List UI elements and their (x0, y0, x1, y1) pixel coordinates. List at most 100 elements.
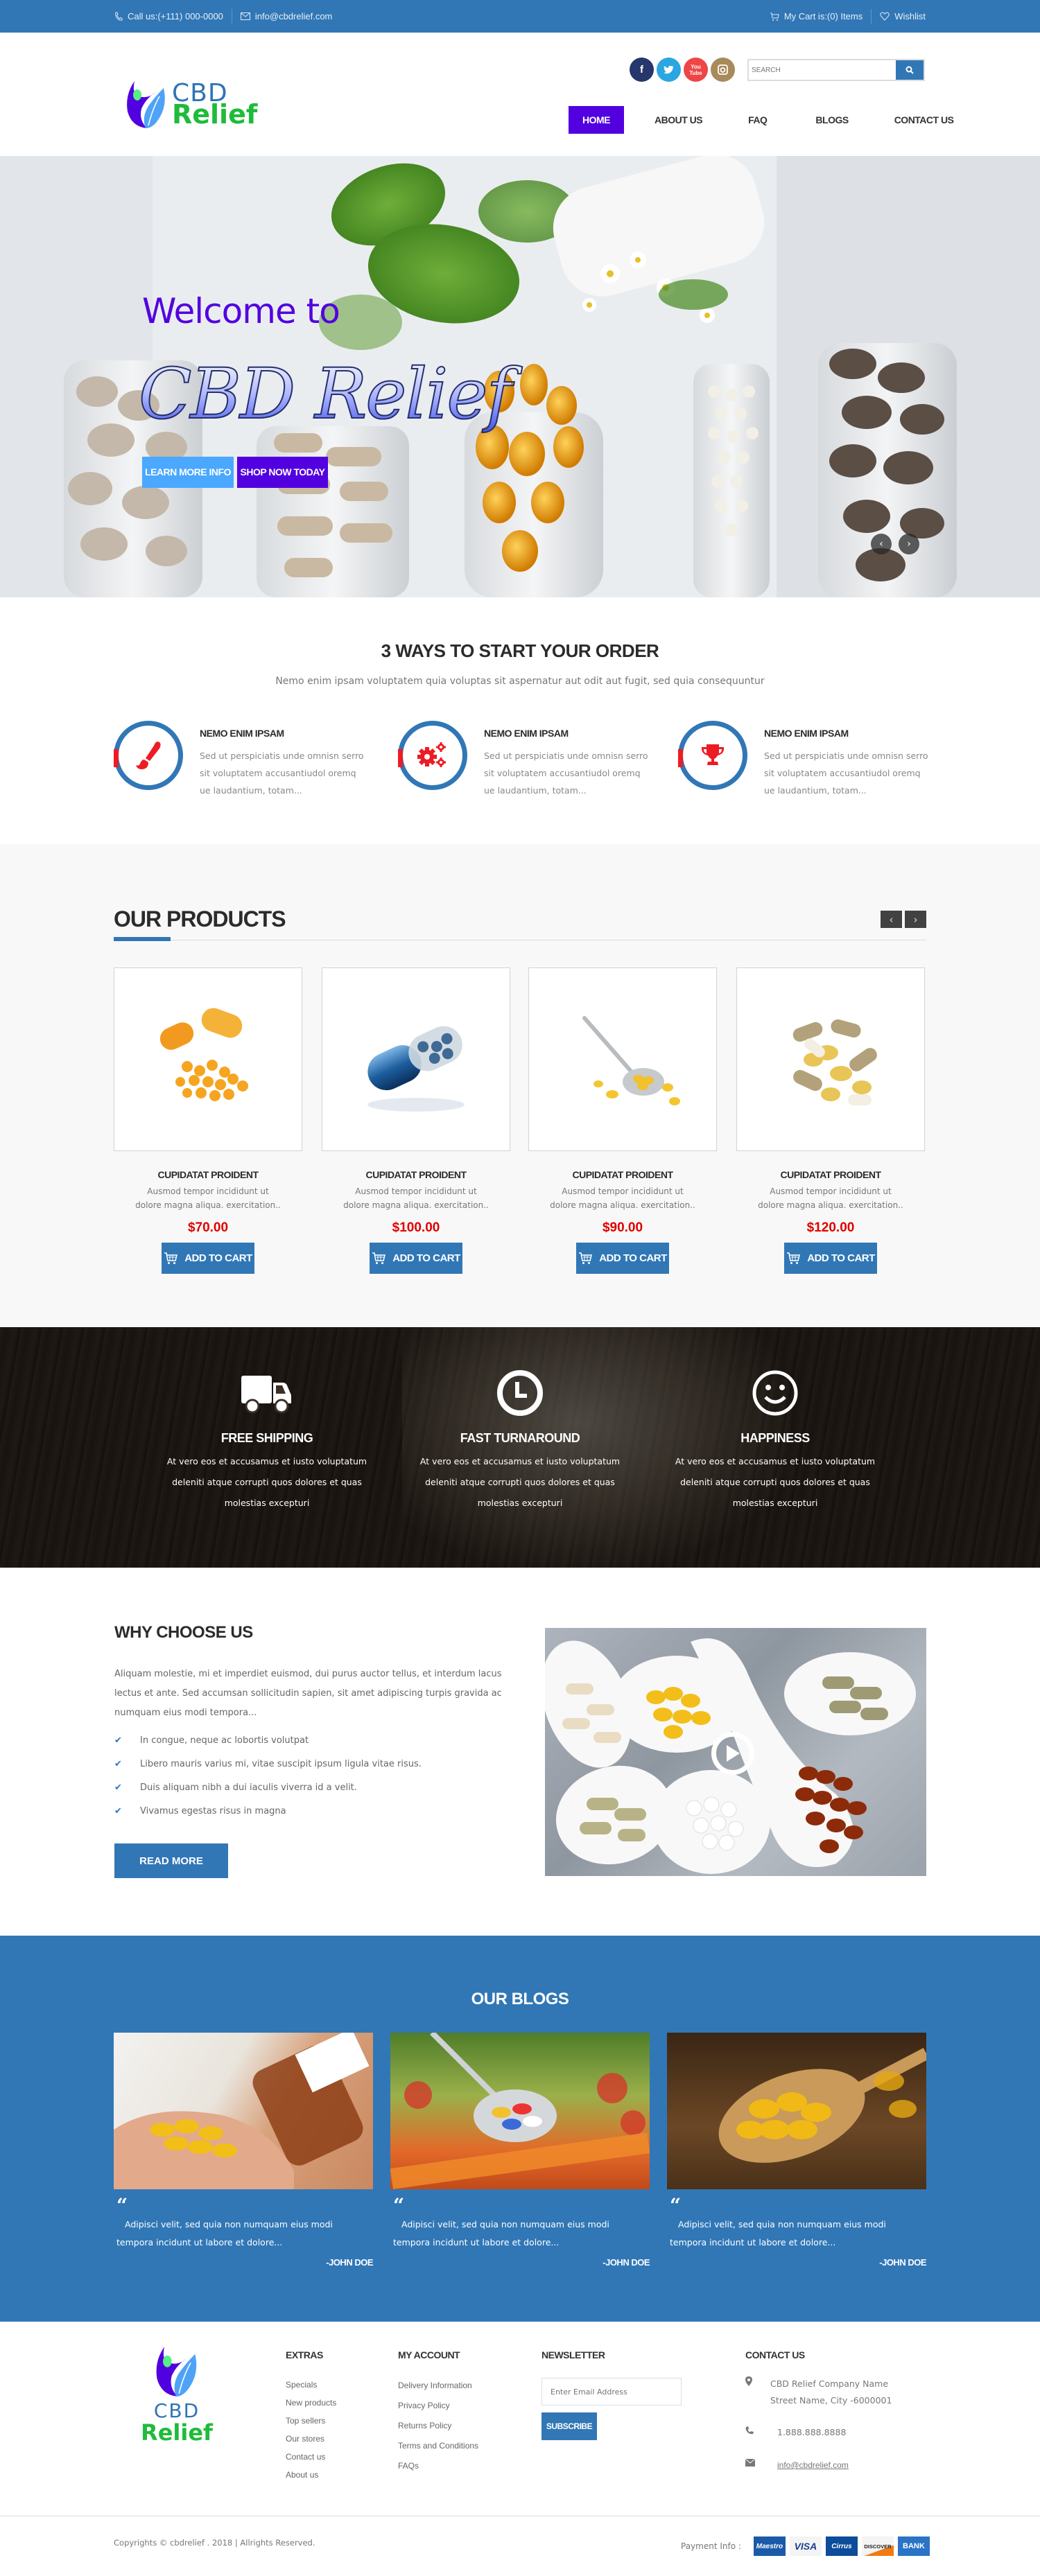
trophy-icon (701, 744, 725, 765)
way-text: Sed ut perspiciatis unde omnisn serro si… (764, 751, 928, 796)
why-intro-text: Aliquam molestie, mi et imperdiet euismo… (114, 1669, 502, 1718)
visa-card-icon: VISA (789, 2536, 822, 2556)
product-image[interactable] (736, 967, 925, 1151)
instagram-icon[interactable] (711, 58, 735, 82)
footer-link-our-stores[interactable]: Our stores (286, 2430, 336, 2448)
footer-link-new-products[interactable]: New products (286, 2394, 336, 2412)
clock-icon (497, 1370, 543, 1416)
nav-blogs[interactable]: BLOGS (815, 106, 849, 134)
footer-link-contact-us[interactable]: Contact us (286, 2448, 336, 2466)
add-to-cart-button[interactable]: ADD TO CART (784, 1243, 877, 1274)
way-item: NEMO ENIM IPSAM Sed ut perspiciatis unde… (398, 721, 661, 797)
products-prev-button[interactable]: ‹ (881, 911, 902, 928)
shop-now-button[interactable]: SHOP NOW TODAY (237, 457, 328, 488)
footer-link-faqs[interactable]: FAQs (398, 2456, 478, 2476)
footer-heading: NEWSLETTER (541, 2349, 605, 2360)
feature-text: At vero eos et accusamus et iusto volupt… (675, 1456, 876, 1508)
feature-title: HAPPINESS (740, 1431, 810, 1445)
contact-email: info@cbdrelief.com (745, 2456, 892, 2474)
add-to-cart-button[interactable]: ADD TO CART (576, 1243, 669, 1274)
cart-icon (770, 12, 779, 21)
product-description: Ausmod tempor incididunt ut dolore magna… (758, 1186, 903, 1210)
add-to-cart-button[interactable]: ADD TO CART (162, 1243, 254, 1274)
email-contact[interactable]: info@cbdrelief.com (240, 11, 332, 21)
footer-link-privacy-policy[interactable]: Privacy Policy (398, 2396, 478, 2416)
product-image[interactable] (114, 967, 302, 1151)
product-image[interactable] (322, 967, 510, 1151)
blogs-section: OUR BLOGS “ Adipisci velit, sed quia non… (0, 1936, 1040, 2322)
add-to-cart-button[interactable]: ADD TO CART (370, 1243, 462, 1274)
nav-faq[interactable]: FAQ (748, 106, 768, 134)
cirrus-card-icon: Cirrus (825, 2536, 858, 2556)
product-name[interactable]: CUPIDATAT PROIDENT (114, 1169, 302, 1180)
product-name[interactable]: CUPIDATAT PROIDENT (736, 1169, 925, 1180)
logo-relief-text: Relief (172, 99, 258, 130)
hero-next-button[interactable]: › (899, 534, 919, 554)
blog-image[interactable] (667, 2033, 926, 2189)
footer-logo[interactable]: CBD Relief (132, 2344, 222, 2444)
quote-icon: “ (393, 2194, 405, 2217)
section-title: WHY CHOOSE US (114, 1623, 253, 1642)
footer-link-top-sellers[interactable]: Top sellers (286, 2412, 336, 2430)
product-name[interactable]: CUPIDATAT PROIDENT (528, 1169, 717, 1180)
subscribe-button[interactable]: SUBSCRIBE (541, 2412, 597, 2440)
nav-home[interactable]: HOME (569, 106, 624, 134)
chevron-right-icon: › (913, 913, 918, 926)
payment-info: Payment Info : Maestro VISA Cirrus DISCO… (681, 2536, 930, 2556)
feature-title: FREE SHIPPING (220, 1431, 313, 1445)
blog-image[interactable] (114, 2033, 373, 2189)
footer-link-specials[interactable]: Specials (286, 2376, 336, 2394)
logo[interactable]: CBD Relief (125, 78, 257, 130)
why-choose-us-section: WHY CHOOSE US Aliquam molestie, mi et im… (0, 1568, 1040, 1936)
truck-icon (241, 1376, 291, 1414)
chevron-left-icon: ‹ (889, 913, 894, 926)
product-card: CUPIDATAT PROIDENT Ausmod tempor incidid… (322, 967, 510, 1274)
video-thumbnail[interactable] (545, 1628, 926, 1876)
nav-contact-us[interactable]: CONTACT US (894, 106, 954, 134)
twitter-icon[interactable] (657, 58, 681, 82)
footer-link-about-us[interactable]: About us (286, 2466, 336, 2484)
footer-extras: EXTRAS Specials New products Top sellers… (286, 2349, 336, 2484)
footer-contact: CONTACT US CBD Relief Company Name Street… (745, 2349, 892, 2474)
footer-link-delivery-information[interactable]: Delivery Information (398, 2376, 478, 2396)
newsletter-email-input[interactable] (541, 2378, 682, 2406)
play-button[interactable] (711, 1732, 754, 1775)
checkmark-icon: ✔ (114, 1782, 122, 1793)
point-text: In congue, neque ac lobortis volutpat (140, 1735, 309, 1746)
blog-card: “ Adipisci velit, sed quia non numquam e… (667, 2033, 927, 2268)
footer-link-terms[interactable]: Terms and Conditions (398, 2436, 478, 2456)
way-text: Sed ut perspiciatis unde omnisn serro si… (200, 751, 364, 796)
nav-about-us[interactable]: ABOUT US (655, 106, 703, 134)
phone-contact[interactable]: Call us:(+111) 000-0000 (114, 11, 223, 21)
product-price: $70.00 (187, 1220, 229, 1235)
footer-link-returns-policy[interactable]: Returns Policy (398, 2416, 478, 2436)
phone-text: Call us:(+111) 000-0000 (128, 11, 223, 21)
footer-logo-relief: Relief (141, 2419, 213, 2446)
read-more-button[interactable]: READ MORE (114, 1843, 228, 1878)
way-title: NEMO ENIM IPSAM (484, 728, 569, 739)
learn-more-button[interactable]: LEARN MORE INFO (142, 457, 234, 488)
checkmark-icon: ✔ (114, 1735, 122, 1746)
payment-label: Payment Info : (681, 2541, 741, 2551)
list-item: ✔ In congue, neque ac lobortis volutpat (114, 1728, 422, 1752)
blog-image[interactable] (390, 2033, 650, 2189)
search-button[interactable] (896, 60, 924, 80)
checkmark-icon: ✔ (114, 1758, 122, 1769)
product-name[interactable]: CUPIDATAT PROIDENT (322, 1169, 510, 1180)
email-link[interactable]: info@cbdrelief.com (777, 2456, 849, 2474)
product-image[interactable] (528, 967, 717, 1151)
address-line-2: Street Name, City -6000001 (770, 2395, 892, 2406)
way-title: NEMO ENIM IPSAM (200, 728, 284, 739)
way-icon-circle (398, 721, 467, 790)
youtube-icon[interactable]: You Tube (684, 58, 708, 82)
products-next-button[interactable]: › (905, 911, 926, 928)
search-input[interactable] (749, 60, 896, 80)
footer-heading: MY ACCOUNT (398, 2349, 460, 2360)
wishlist-link[interactable]: Wishlist (880, 11, 926, 21)
footer-heading: EXTRAS (286, 2349, 323, 2360)
facebook-icon[interactable]: f (630, 58, 654, 82)
hero-prev-button[interactable]: ‹ (871, 534, 892, 554)
blog-text: Adipisci velit, sed quia non numquam eiu… (393, 2219, 609, 2248)
footer-logo-cbd: CBD (153, 2399, 200, 2422)
cart-link[interactable]: My Cart is:(0) Items (770, 11, 863, 21)
